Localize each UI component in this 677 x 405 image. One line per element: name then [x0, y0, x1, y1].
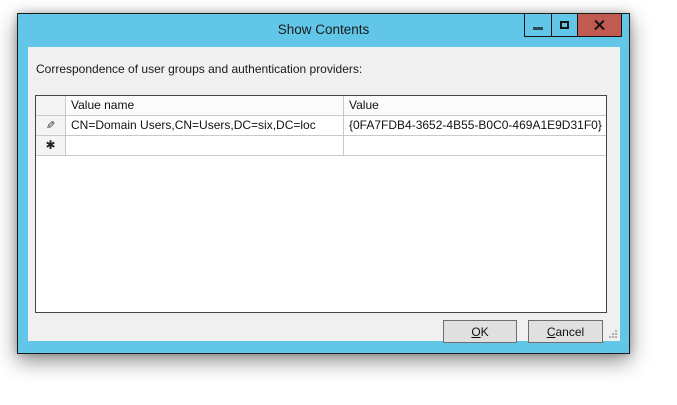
value-name-cell[interactable]	[66, 136, 344, 155]
row-marker-header-cell	[36, 96, 66, 115]
close-button[interactable]	[577, 14, 621, 36]
row-header-cell: ✎	[36, 116, 66, 135]
close-icon	[594, 20, 605, 31]
value-cell[interactable]	[344, 136, 606, 155]
value-cell[interactable]: {0FA7FDB4-3652-4B55-B0C0-469A1E9D31F0}	[344, 116, 606, 135]
table-header-row: Value name Value	[36, 96, 606, 116]
show-contents-dialog: Show Contents Correspondence of user gro…	[17, 13, 630, 354]
new-row-asterisk-icon: ✱	[45, 138, 55, 152]
maximize-icon	[560, 21, 569, 29]
resize-grip-icon[interactable]	[607, 328, 618, 339]
row-header-cell: ✱	[36, 136, 66, 155]
value-name-column-header[interactable]: Value name	[66, 96, 344, 115]
minimize-icon	[533, 27, 543, 30]
description-label: Correspondence of user groups and authen…	[36, 62, 362, 76]
cancel-button[interactable]: Cancel	[528, 320, 603, 343]
window-controls	[524, 14, 622, 37]
ok-button[interactable]: OK	[443, 320, 517, 343]
values-table: Value name Value ✎ CN=Domain Users,CN=Us…	[35, 95, 607, 313]
cancel-button-label: ancel	[555, 325, 584, 339]
maximize-button[interactable]	[551, 14, 577, 36]
value-column-header[interactable]: Value	[344, 96, 606, 115]
ok-button-accesskey: O	[471, 325, 480, 339]
value-name-cell[interactable]: CN=Domain Users,CN=Users,DC=six,DC=loc	[66, 116, 344, 135]
table-row[interactable]: ✎ CN=Domain Users,CN=Users,DC=six,DC=loc…	[36, 116, 606, 136]
title-bar[interactable]: Show Contents	[18, 14, 629, 47]
table-new-row[interactable]: ✱	[36, 136, 606, 156]
edit-pencil-icon: ✎	[46, 117, 55, 135]
ok-button-label: K	[481, 325, 489, 339]
dialog-content: Correspondence of user groups and authen…	[28, 47, 620, 341]
minimize-button[interactable]	[525, 14, 551, 36]
